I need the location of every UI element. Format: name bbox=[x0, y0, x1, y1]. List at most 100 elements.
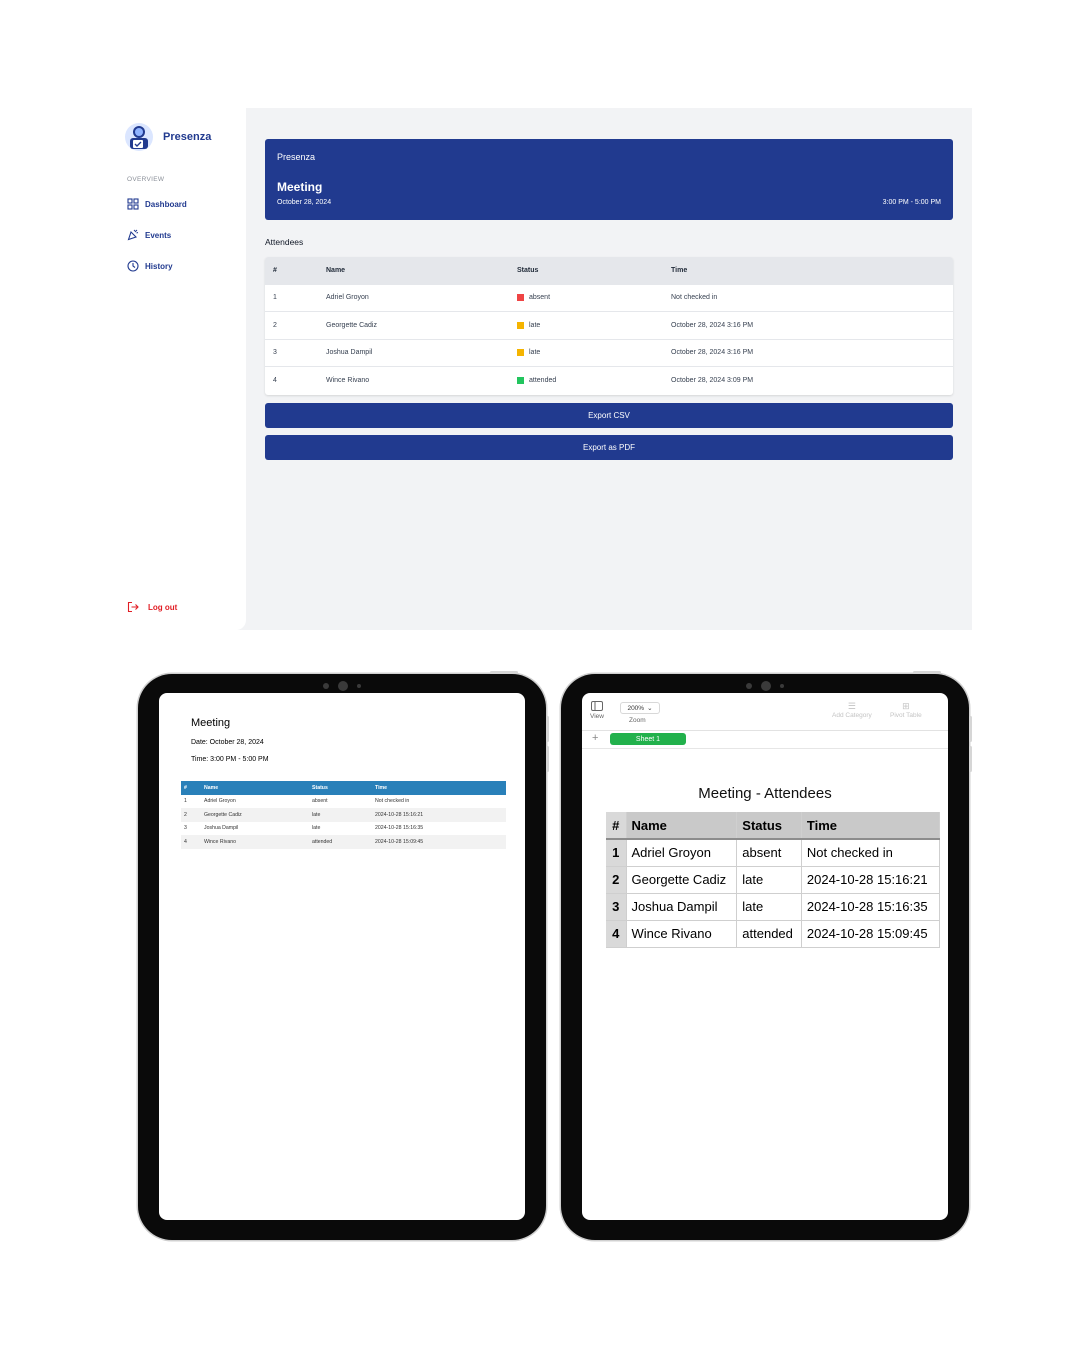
zoom-label: Zoom bbox=[629, 717, 646, 724]
pivot-icon: ⊞ bbox=[902, 701, 910, 711]
check-in-time[interactable]: 2024-10-28 15:16:21 bbox=[801, 866, 941, 894]
status-label[interactable]: late bbox=[736, 893, 802, 921]
check-in-time: October 28, 2024 3:16 PM bbox=[671, 349, 754, 357]
app-window: Presenza OVERVIEW Dashboard Events Histo… bbox=[108, 108, 972, 630]
attendee-name[interactable]: Georgette Cadiz bbox=[626, 866, 738, 894]
column-header: Time bbox=[671, 266, 688, 274]
status-indicator bbox=[517, 294, 524, 302]
sheet-row: 3 Joshua Dampil late 2024-10-28 15:16:35 bbox=[606, 893, 941, 921]
brand-name: Presenza bbox=[163, 131, 212, 143]
spreadsheet-app: View 200% ⌄ Zoom ☰ Add Category ⊞ Pivot T… bbox=[582, 693, 948, 1220]
column-header[interactable]: Time bbox=[801, 812, 941, 840]
status-label: late bbox=[529, 349, 541, 357]
sheet-row: 4 Wince Rivano attended 2024-10-28 15:09… bbox=[606, 920, 941, 948]
zoom-select[interactable]: 200% ⌄ bbox=[620, 702, 660, 714]
attendees-table: # Name Status Time 1 Adriel Groyon absen… bbox=[265, 257, 953, 395]
pivot-table-button[interactable]: ⊞ Pivot Table bbox=[890, 701, 922, 719]
row-number: 1 bbox=[184, 798, 187, 805]
table-row: 4 Wince Rivano attended October 28, 2024… bbox=[265, 367, 953, 395]
status-label: absent bbox=[312, 798, 328, 805]
table-row: 1 Adriel Groyon absent Not checked in bbox=[265, 285, 953, 312]
check-in-time: 2024-10-28 15:16:35 bbox=[375, 825, 424, 832]
attendee-name[interactable]: Adriel Groyon bbox=[626, 839, 738, 867]
add-sheet-icon[interactable]: + bbox=[592, 732, 598, 744]
tab-sheet-1[interactable]: Sheet 1 bbox=[610, 733, 686, 745]
export-csv-button[interactable]: Export CSV bbox=[265, 403, 953, 428]
row-number: 1 bbox=[273, 294, 277, 302]
brand[interactable]: Presenza bbox=[124, 122, 211, 152]
export-pdf-button[interactable]: Export as PDF bbox=[265, 435, 953, 460]
check-in-time[interactable]: Not checked in bbox=[801, 839, 941, 867]
logout-button[interactable]: Log out bbox=[127, 601, 177, 613]
nav-item-label: History bbox=[145, 261, 173, 271]
sheet-title: Meeting - Attendees bbox=[698, 785, 832, 802]
status-label[interactable]: late bbox=[736, 866, 802, 894]
add-category-button[interactable]: ☰ Add Category bbox=[832, 701, 872, 719]
row-number: 2 bbox=[184, 811, 187, 818]
column-header: Name bbox=[326, 266, 346, 274]
sheet-row: 2 Georgette Cadiz late 2024-10-28 15:16:… bbox=[606, 866, 941, 894]
pdf-time: Time: 3:00 PM - 5:00 PM bbox=[191, 756, 269, 763]
overview-label: OVERVIEW bbox=[127, 176, 165, 183]
status-label: late bbox=[312, 811, 321, 818]
status-label[interactable]: attended bbox=[736, 920, 802, 948]
column-header: Time bbox=[375, 784, 388, 791]
column-header: # bbox=[184, 784, 187, 791]
column-header: # bbox=[273, 266, 277, 274]
status-indicator bbox=[517, 349, 524, 357]
attendee-name[interactable]: Joshua Dampil bbox=[626, 893, 738, 921]
attendee-name[interactable]: Wince Rivano bbox=[626, 920, 738, 948]
zoom-value: 200% bbox=[627, 704, 645, 712]
column-header[interactable]: # bbox=[606, 812, 627, 840]
check-in-time: Not checked in bbox=[375, 798, 410, 805]
add-category-label: Add Category bbox=[832, 712, 872, 719]
row-number[interactable]: 1 bbox=[606, 839, 627, 867]
pdf-row: 1 Adriel Groyon absent Not checked in bbox=[181, 795, 506, 809]
attendee-name: Adriel Groyon bbox=[204, 798, 236, 805]
nav-item-history[interactable]: History bbox=[127, 260, 173, 272]
status-label: late bbox=[529, 321, 541, 329]
row-number[interactable]: 4 bbox=[606, 920, 627, 948]
check-in-time[interactable]: 2024-10-28 15:16:35 bbox=[801, 893, 941, 921]
tablet-camera bbox=[323, 681, 361, 691]
pdf-date: Date: October 28, 2024 bbox=[191, 739, 264, 746]
status-label: attended bbox=[529, 377, 557, 385]
event-date: October 28, 2024 bbox=[277, 199, 332, 206]
status-indicator bbox=[517, 377, 524, 385]
table-header-row: # Name Status Time bbox=[265, 257, 953, 285]
row-number: 2 bbox=[273, 321, 277, 329]
table-row: 2 Georgette Cadiz late October 28, 2024 … bbox=[265, 312, 953, 340]
banner-app-name: Presenza bbox=[277, 152, 316, 162]
column-header[interactable]: Name bbox=[626, 812, 738, 840]
sidebar-toggle-icon bbox=[590, 701, 603, 711]
pdf-row: 3 Joshua Dampil late 2024-10-28 15:16:35 bbox=[181, 822, 506, 836]
column-header: Status bbox=[517, 266, 539, 274]
row-number: 4 bbox=[273, 377, 277, 385]
row-number[interactable]: 2 bbox=[606, 866, 627, 894]
nav-item-label: Dashboard bbox=[145, 199, 187, 209]
nav-item-dashboard[interactable]: Dashboard bbox=[127, 198, 187, 210]
clock-icon bbox=[127, 260, 139, 272]
attendee-name: Joshua Dampil bbox=[326, 349, 373, 357]
sheet-row: 1 Adriel Groyon absent Not checked in bbox=[606, 839, 941, 867]
column-header[interactable]: Status bbox=[736, 812, 802, 840]
attendee-name: Joshua Dampil bbox=[204, 825, 239, 832]
attendee-name: Adriel Groyon bbox=[326, 294, 369, 302]
pdf-header-row: # Name Status Time bbox=[181, 781, 506, 795]
view-label: View bbox=[590, 713, 604, 720]
row-number[interactable]: 3 bbox=[606, 893, 627, 921]
status-cell: absent bbox=[517, 285, 550, 312]
nav-item-events[interactable]: Events bbox=[127, 229, 171, 241]
logout-icon bbox=[127, 601, 139, 613]
sidebar: Presenza OVERVIEW Dashboard Events Histo… bbox=[108, 108, 246, 630]
chevron-down-icon: ⌄ bbox=[647, 705, 653, 712]
status-cell: attended bbox=[517, 367, 556, 395]
tablet-side-button bbox=[969, 716, 972, 742]
event-time: 3:00 PM - 5:00 PM bbox=[882, 199, 941, 206]
view-button[interactable]: View bbox=[590, 701, 604, 720]
nav-item-label: Events bbox=[145, 230, 172, 240]
status-label[interactable]: absent bbox=[736, 839, 802, 867]
event-banner: Presenza Meeting October 28, 2024 3:00 P… bbox=[265, 139, 953, 220]
check-in-time[interactable]: 2024-10-28 15:09:45 bbox=[801, 920, 941, 948]
tablet-side-button bbox=[546, 746, 549, 772]
